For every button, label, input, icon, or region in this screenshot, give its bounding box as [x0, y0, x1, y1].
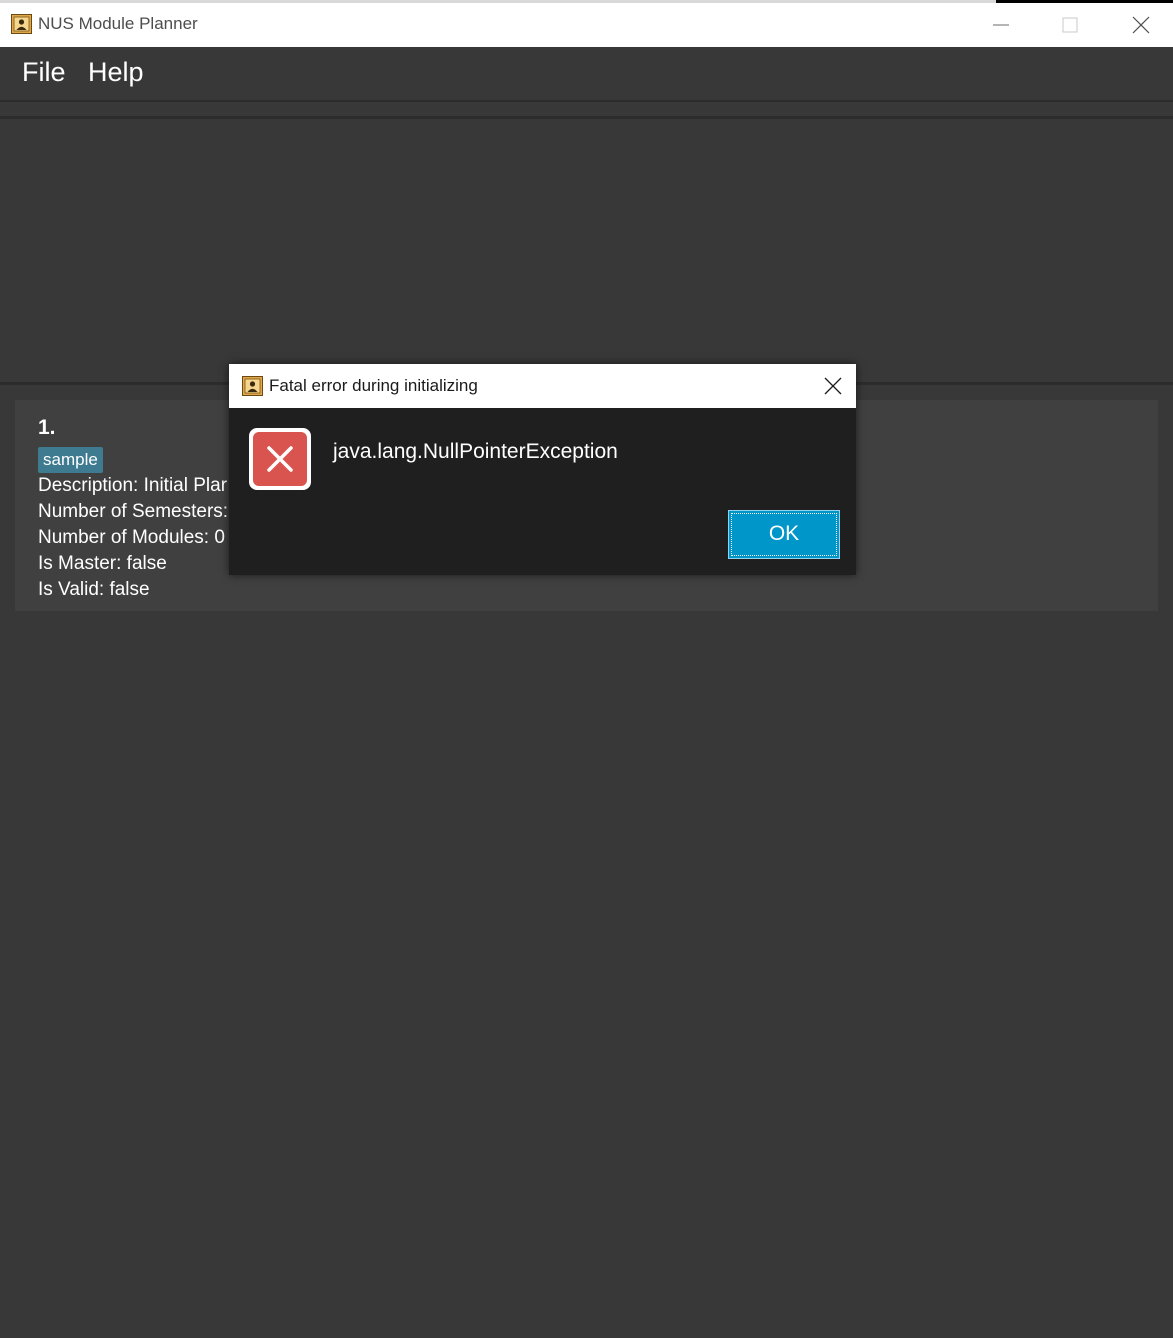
app-icon	[11, 14, 32, 34]
error-icon	[249, 428, 311, 490]
dialog-title: Fatal error during initializing	[269, 376, 478, 395]
dialog-message: java.lang.NullPointerException	[333, 440, 618, 463]
minimize-button[interactable]	[978, 3, 1024, 47]
close-icon	[824, 377, 842, 395]
app-icon	[242, 376, 263, 396]
plan-modules: Number of Modules: 0	[38, 527, 225, 548]
plan-tag: sample	[38, 447, 103, 473]
focus-ring	[731, 513, 837, 556]
menu-bar: File Help	[0, 47, 1173, 102]
window-titlebar[interactable]: NUS Module Planner	[0, 3, 1173, 47]
plan-is-valid: Is Valid: false	[38, 579, 150, 600]
result-display-area	[0, 119, 1173, 382]
plan-is-master: Is Master: false	[38, 553, 167, 574]
maximize-icon	[1062, 17, 1078, 33]
window-title: NUS Module Planner	[38, 14, 198, 33]
error-dialog: Fatal error during initializing java.lan…	[229, 364, 856, 575]
menu-file[interactable]: File	[22, 57, 66, 88]
dialog-titlebar[interactable]: Fatal error during initializing	[229, 364, 856, 408]
maximize-button[interactable]	[1047, 3, 1093, 47]
plan-description: Description: Initial Plar	[38, 475, 228, 496]
minimize-icon	[993, 24, 1009, 26]
plan-index: 1.	[38, 416, 56, 439]
menu-help[interactable]: Help	[88, 57, 144, 88]
ok-button[interactable]: OK	[728, 510, 840, 559]
dialog-close-button[interactable]	[809, 364, 856, 408]
plan-semesters: Number of Semesters:	[38, 501, 229, 522]
close-icon	[1132, 16, 1150, 34]
close-button[interactable]	[1118, 3, 1164, 47]
